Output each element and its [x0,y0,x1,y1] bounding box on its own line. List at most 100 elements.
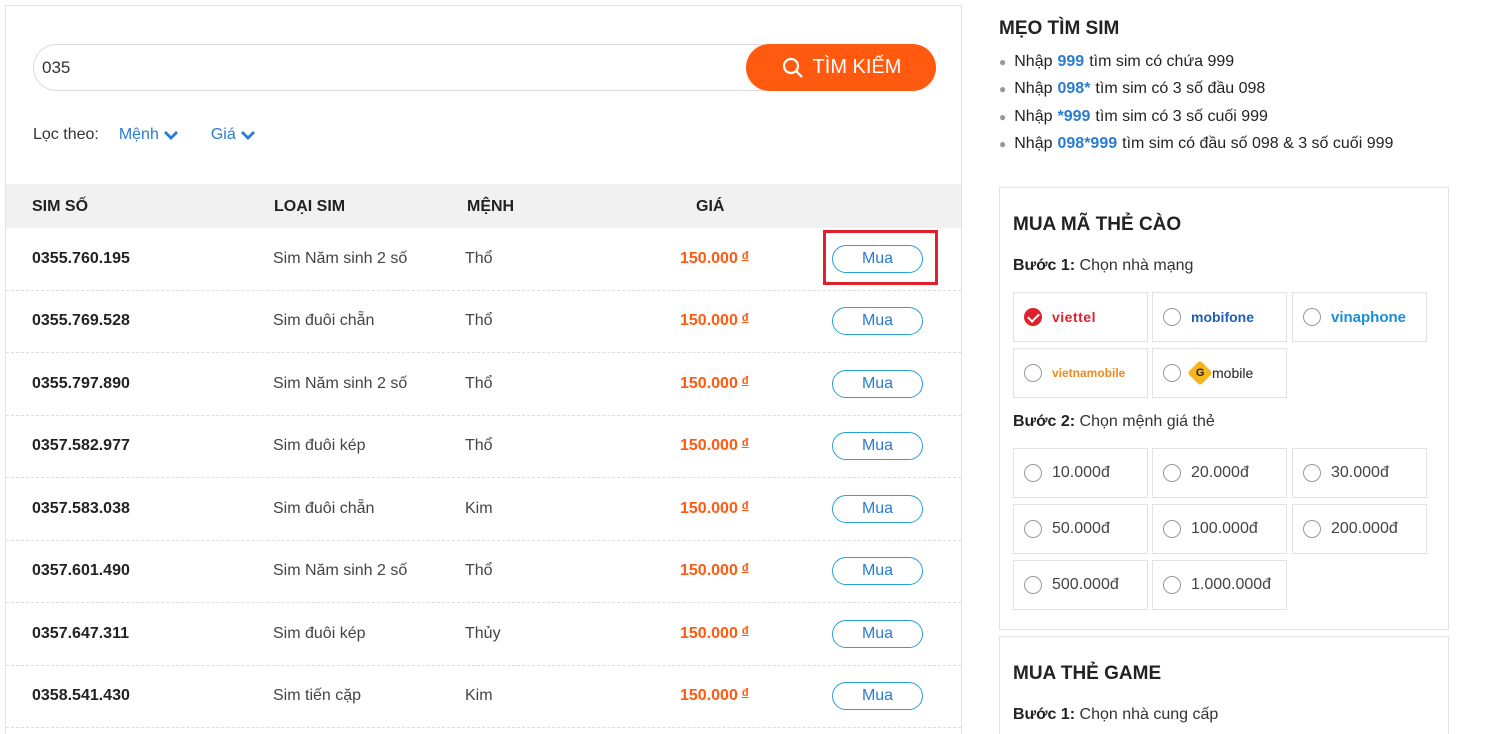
buy-button[interactable]: Mua [832,494,923,523]
table-row: 0357.582.977 Sim đuôi kép Thổ 150.000 đ M… [6,416,961,478]
header-menh: MỆNH [467,198,515,215]
game-step1-text: Chọn nhà cung cấp [1079,706,1219,723]
sim-type: Sim đuôi kép [273,437,366,455]
buy-button[interactable]: Mua [832,619,923,648]
radio-icon [1303,308,1321,326]
filter-menh-dropdown[interactable]: Mệnh [119,126,179,144]
price-value: 150.000 [680,437,738,455]
sim-type: Sim tiến cặp [273,687,362,705]
sim-menh: Thổ [465,249,493,267]
vietnamobile-logo: vietnamobile [1052,366,1126,380]
search-input[interactable] [33,44,793,91]
sim-type: Sim đuôi kép [273,624,366,642]
currency-symbol: đ [741,312,749,325]
sim-number[interactable]: 0355.769.528 [32,312,130,330]
radio-icon [1024,576,1042,594]
currency-symbol: đ [741,499,749,512]
sim-menh: Thổ [465,437,493,455]
bullet-icon: ● [999,82,1007,97]
filter-menh-label: Mệnh [118,126,159,143]
currency-symbol: đ [741,687,749,700]
tip-pre: Nhập [1014,52,1053,70]
table-row: 0357.601.490 Sim Năm sinh 2 số Thổ 150.0… [6,541,961,603]
tip-item: ● Nhập *999 tìm sim có 3 số cuối 999 [999,103,1393,131]
chevron-down-icon [240,131,255,140]
sim-menh: Thủy [465,624,501,642]
sim-number[interactable]: 0355.797.890 [32,375,130,393]
value-label: 200.000đ [1331,520,1398,537]
tip-post: tìm sim có đầu số 098 & 3 số cuối 999 [1122,135,1394,153]
sim-number[interactable]: 0357.601.490 [32,562,130,580]
search-button[interactable]: TÌM KIẾM [746,44,936,91]
sim-number[interactable]: 0357.582.977 [32,437,130,455]
tip-code: 999 [1057,52,1085,70]
value-option[interactable]: 100.000đ [1152,504,1287,554]
network-option-gmobile[interactable]: Gmobile [1152,348,1287,398]
tip-code: *999 [1057,107,1091,125]
step1-label: Bước 1: Chọn nhà mạng [1013,257,1193,275]
value-label: 10.000đ [1052,464,1110,481]
sim-type: Sim Năm sinh 2 số [273,374,408,392]
buy-button[interactable]: Mua [832,307,923,336]
sim-type: Sim Năm sinh 2 số [273,249,408,267]
network-option-viettel[interactable]: viettel [1013,292,1148,342]
network-option-vietnamobile[interactable]: vietnamobile [1013,348,1148,398]
network-option-mobifone[interactable]: mobifone [1152,292,1287,342]
buy-button[interactable]: Mua [832,432,923,461]
value-option[interactable]: 30.000đ [1292,448,1427,498]
sim-price: 150.000 đ [680,500,749,518]
step2-prefix: Bước 2: [1013,413,1076,430]
tip-pre: Nhập [1014,107,1053,125]
value-option[interactable]: 10.000đ [1013,448,1148,498]
value-option[interactable]: 20.000đ [1152,448,1287,498]
sim-menh: Kim [465,499,493,517]
sim-price: 150.000 đ [680,312,749,330]
filter-row: Lọc theo: Mệnh Giá [33,126,288,144]
gmobile-mark-icon: G [1187,360,1213,386]
bullet-icon: ● [999,137,1007,152]
sim-number[interactable]: 0357.647.311 [32,625,129,643]
radio-icon [1024,520,1042,538]
value-label: 50.000đ [1052,520,1110,537]
card-box-title: MUA MÃ THẺ CÀO [1013,214,1182,235]
currency-symbol: đ [741,374,749,387]
value-option[interactable]: 1.000.000đ [1152,560,1287,610]
game-step1-label: Bước 1: Chọn nhà cung cấp [1013,706,1218,724]
sim-type: Sim Năm sinh 2 số [273,562,408,580]
tip-code: 098* [1057,80,1091,98]
search-icon [782,57,803,78]
network-option-vinaphone[interactable]: vinaphone [1292,292,1427,342]
value-option[interactable]: 50.000đ [1013,504,1148,554]
sim-number[interactable]: 0357.583.038 [32,500,130,518]
sim-price: 150.000 đ [680,437,749,455]
buy-button[interactable]: Mua [832,557,923,586]
radio-icon [1024,464,1042,482]
vinaphone-logo: vinaphone [1331,308,1407,326]
buy-button[interactable]: Mua [832,682,923,711]
value-option[interactable]: 500.000đ [1013,560,1148,610]
buy-button[interactable]: Mua [832,369,923,398]
value-label: 30.000đ [1331,464,1389,481]
sim-number[interactable]: 0355.760.195 [32,250,130,268]
sim-table-rows: 0355.760.195 Sim Năm sinh 2 số Thổ 150.0… [6,228,961,728]
sim-type: Sim đuôi chẵn [273,312,375,330]
radio-icon [1163,364,1181,382]
search-bar: TÌM KIẾM [33,44,936,91]
sim-number[interactable]: 0358.541.430 [32,687,130,705]
tip-code: 098*999 [1057,135,1118,153]
sim-menh: Thổ [465,312,493,330]
value-option[interactable]: 200.000đ [1292,504,1427,554]
mobifone-logo: mobifone [1191,309,1254,325]
radio-icon [1303,520,1321,538]
price-value: 150.000 [680,624,738,642]
search-button-label: TÌM KIẾM [812,56,902,78]
filter-gia-dropdown[interactable]: Giá [211,126,256,144]
price-value: 150.000 [680,249,738,267]
gmobile-logo: Gmobile [1187,360,1253,386]
buy-game-card-box: MUA THẺ GAME Bước 1: Chọn nhà cung cấp [999,636,1449,734]
price-value: 150.000 [680,687,738,705]
game-box-title: MUA THẺ GAME [1013,663,1162,684]
table-row: 0357.583.038 Sim đuôi chẵn Kim 150.000 đ … [6,478,961,541]
currency-symbol: đ [741,249,749,262]
step1-text: Chọn nhà mạng [1079,257,1194,274]
